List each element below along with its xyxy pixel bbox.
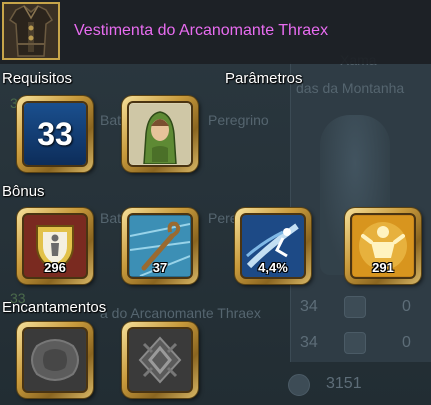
class-requirement-slot[interactable] [122, 96, 198, 172]
bonus-value: 4,4% [258, 260, 288, 275]
bonus-value: 37 [152, 260, 168, 275]
rune-socket-icon [130, 330, 190, 390]
bonus-label: Bônus [2, 183, 45, 200]
robe-armor-icon [2, 2, 60, 60]
enchantment-slot-1[interactable] [17, 322, 93, 398]
peregrino-class-icon [130, 104, 190, 164]
item-name: Vestimenta do Arcanomante Thraex [74, 22, 329, 39]
empty-socket-icon [25, 330, 85, 390]
level-requirement-value: 33 [24, 103, 86, 165]
bonus-slot-magic[interactable]: 37 [122, 208, 198, 284]
item-tooltip: Vestimenta do Arcanomante Thraex Requisi… [0, 0, 431, 405]
enchantments-label: Encantamentos [2, 299, 107, 316]
bonus-slot-strength[interactable]: 291 [345, 208, 421, 284]
bonus-value: 291 [372, 260, 394, 275]
bonus-slot-defense[interactable]: 296 [17, 208, 93, 284]
enchantment-slot-2[interactable] [122, 322, 198, 398]
requirements-label: Requisitos [2, 70, 73, 87]
tooltip-header: Vestimenta do Arcanomante Thraex [0, 0, 431, 64]
level-requirement-slot[interactable]: 33 [17, 96, 93, 172]
bonus-slot-speed[interactable]: 4,4% [235, 208, 311, 284]
bonus-value: 296 [44, 260, 66, 275]
parameters-label: Parâmetros [225, 70, 303, 87]
